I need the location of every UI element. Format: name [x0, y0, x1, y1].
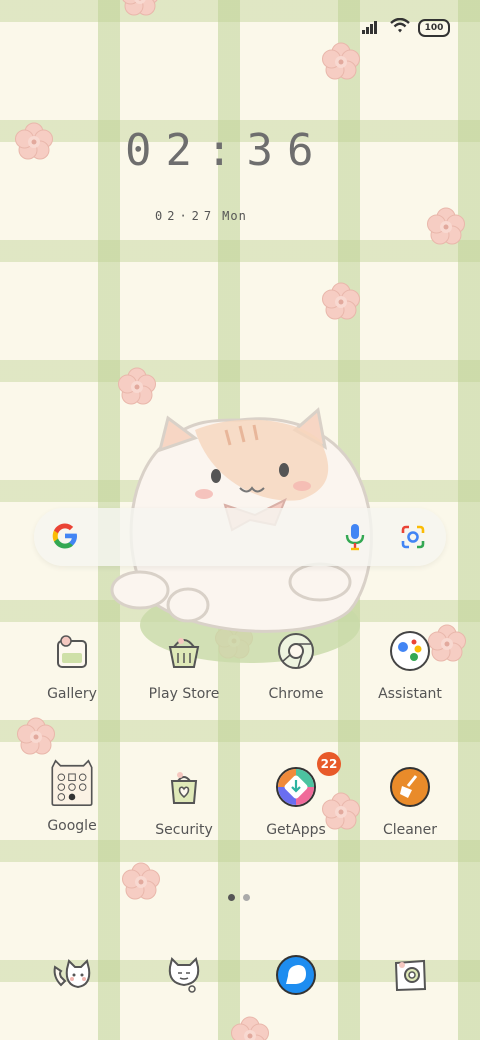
clock-date[interactable]: 02·27 Mon	[155, 209, 247, 223]
app-security[interactable]: Security	[128, 764, 240, 838]
flower-decoration	[121, 0, 159, 16]
play-store-icon	[161, 628, 207, 674]
flower-decoration	[322, 282, 360, 320]
browser-icon	[273, 952, 319, 998]
battery-icon: 100	[418, 19, 450, 37]
google-lens-icon[interactable]	[400, 525, 426, 553]
flower-decoration	[322, 42, 360, 80]
mic-icon[interactable]	[344, 523, 366, 555]
clock-time[interactable]: 02:36	[125, 125, 365, 176]
app-label: Google	[47, 818, 97, 834]
flower-decoration	[15, 122, 53, 160]
google-folder-icon	[49, 759, 95, 806]
security-icon	[161, 764, 207, 810]
camera-icon	[387, 952, 433, 998]
gallery-icon	[49, 628, 95, 674]
app-getapps[interactable]: 22 GetApps	[240, 752, 352, 838]
dock-messages[interactable]	[128, 952, 240, 998]
notification-badge: 22	[317, 752, 341, 776]
app-label: Play Store	[148, 686, 220, 702]
flower-decoration	[122, 862, 160, 900]
app-play-store[interactable]: Play Store	[128, 628, 240, 702]
app-gallery[interactable]: Gallery	[16, 628, 128, 702]
flower-decoration	[17, 717, 55, 755]
signal-icon	[362, 19, 382, 38]
dock-browser[interactable]	[240, 952, 352, 998]
page-indicator[interactable]	[228, 894, 250, 901]
app-google-folder[interactable]: Google	[16, 759, 128, 834]
app-chrome[interactable]: Chrome	[240, 628, 352, 702]
flower-decoration	[231, 1016, 269, 1040]
assistant-icon	[387, 628, 433, 674]
app-label: Gallery	[47, 686, 97, 702]
wifi-icon	[390, 17, 410, 38]
page-dot-active[interactable]	[228, 894, 235, 901]
phone-icon	[49, 952, 95, 998]
app-label: Cleaner	[382, 822, 438, 838]
dock-phone[interactable]	[16, 952, 128, 998]
page-dot[interactable]	[243, 894, 250, 901]
cleaner-icon	[387, 764, 433, 810]
app-label: Chrome	[268, 686, 324, 702]
app-cleaner[interactable]: Cleaner	[354, 764, 466, 838]
app-label: Security	[155, 822, 213, 838]
messages-icon	[161, 952, 207, 998]
flower-decoration	[118, 367, 156, 405]
date-text: 02·27	[155, 209, 217, 223]
day-text: Mon	[222, 209, 247, 223]
status-bar: 100	[362, 16, 450, 40]
chrome-icon	[273, 628, 319, 674]
app-assistant[interactable]: Assistant	[354, 628, 466, 702]
flower-decoration	[427, 207, 465, 245]
google-search-bar[interactable]	[34, 508, 446, 566]
app-label: GetApps	[266, 822, 326, 838]
getapps-icon: 22	[273, 752, 341, 810]
google-g-icon	[50, 521, 80, 555]
app-label: Assistant	[378, 686, 442, 702]
dock-camera[interactable]	[354, 952, 466, 998]
